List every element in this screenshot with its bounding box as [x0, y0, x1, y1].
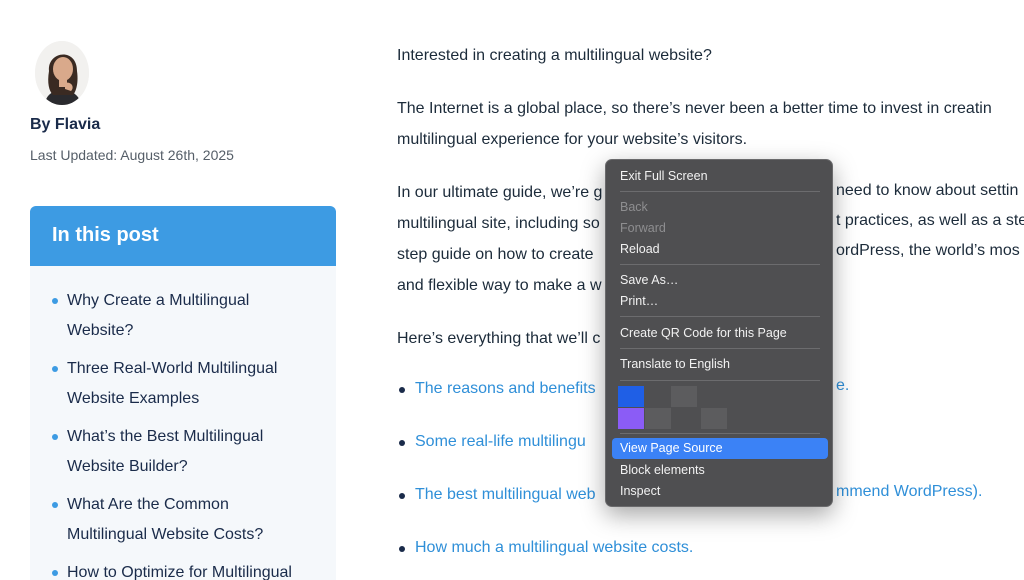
bullet-icon — [399, 493, 405, 499]
menu-separator — [620, 191, 820, 192]
toc-item[interactable]: What Are the Common Multilingual Website… — [52, 490, 312, 550]
context-menu: Exit Full Screen Back Forward Reload Sav… — [605, 159, 833, 507]
menu-item-block-elements[interactable]: Block elements — [612, 460, 828, 481]
menu-item-view-page-source[interactable]: View Page Source — [612, 438, 828, 459]
menu-item-forward: Forward — [620, 221, 666, 235]
article-link-fragment[interactable]: e. — [836, 375, 849, 397]
menu-item-exit-full-screen[interactable]: Exit Full Screen — [612, 166, 828, 187]
menu-separator — [620, 348, 820, 349]
menu-separator — [620, 264, 820, 265]
article-link[interactable]: Some real-life multilingu — [415, 433, 586, 450]
menu-item-save-as[interactable]: Save As… — [612, 270, 828, 291]
menu-separator — [620, 433, 820, 434]
toc-item[interactable]: Why Create a Multilingual Website? — [52, 286, 312, 346]
bullet-icon — [52, 298, 58, 304]
last-updated: Last Updated: August 26th, 2025 — [30, 147, 234, 163]
paragraph-fragment: need to know about settin — [836, 182, 1019, 199]
toc-item[interactable]: How to Optimize for Multilingual — [52, 558, 312, 580]
paragraph-line: The Internet is a global place, so there… — [397, 100, 992, 117]
bullet-icon — [399, 440, 405, 446]
paragraph-fragment: t practices, as well as a ste — [836, 212, 1024, 229]
toc-item-label: What Are the Common Multilingual Website… — [67, 496, 264, 543]
article-link[interactable]: How much a multilingual website costs. — [415, 539, 693, 556]
bullet-icon — [52, 366, 58, 372]
extension-purple-icon[interactable] — [618, 408, 644, 429]
extension-gray-icon[interactable] — [701, 408, 727, 429]
paragraph-fragment: ordPress, the world’s mos — [836, 242, 1020, 259]
paragraph-line: and flexible way to make a w — [397, 277, 602, 294]
author-avatar — [35, 41, 89, 105]
article-bullet: How much a multilingual website costs. — [397, 535, 1024, 580]
toc-item-label: What’s the Best Multilingual Website Bui… — [67, 428, 264, 475]
paragraph-line: step guide on how to create — [397, 246, 594, 263]
article-link[interactable]: The reasons and benefits — [415, 380, 596, 397]
extension-gray-icon[interactable] — [645, 408, 671, 429]
bullet-icon — [52, 502, 58, 508]
author-photo-icon — [35, 41, 89, 105]
extension-gray-icon[interactable] — [671, 386, 697, 407]
toc-item[interactable]: Three Real-World Multilingual Website Ex… — [52, 354, 312, 414]
toc-item-label: How to Optimize for Multilingual — [67, 564, 292, 580]
menu-item-print[interactable]: Print… — [612, 291, 828, 312]
bullet-icon — [52, 570, 58, 576]
article-paragraph: Interested in creating a multilingual we… — [397, 40, 1024, 71]
article-link[interactable]: The best multilingual web — [415, 486, 596, 503]
menu-item-create-qr-code[interactable]: Create QR Code for this Page — [612, 323, 828, 344]
paragraph-line: Here’s everything that we’ll c — [397, 330, 601, 347]
menu-separator — [620, 316, 820, 317]
table-of-contents: In this post Why Create a Multilingual W… — [30, 206, 336, 580]
toc-item-label: Three Real-World Multilingual Website Ex… — [67, 360, 278, 407]
bullet-icon — [399, 387, 405, 393]
toc-item-label: Why Create a Multilingual Website? — [67, 292, 250, 339]
paragraph-line: In our ultimate guide, we’re g — [397, 184, 603, 201]
bullet-icon — [399, 546, 405, 552]
paragraph-line: multilingual site, including so — [397, 215, 600, 232]
paragraph-line: Interested in creating a multilingual we… — [397, 47, 712, 64]
toc-item[interactable]: What’s the Best Multilingual Website Bui… — [52, 422, 312, 482]
menu-separator — [620, 380, 820, 381]
menu-item-translate[interactable]: Translate to English — [612, 354, 828, 375]
article-paragraph: The Internet is a global place, so there… — [397, 93, 1024, 155]
toc-header: In this post — [30, 206, 336, 266]
toc-title: In this post — [52, 224, 159, 246]
menu-item-inspect[interactable]: Inspect — [612, 481, 828, 502]
article-link-fragment[interactable]: mmend WordPress). — [836, 481, 982, 503]
extension-blue-icon[interactable] — [618, 386, 644, 407]
bullet-icon — [52, 434, 58, 440]
menu-item-reload[interactable]: Reload — [612, 239, 828, 260]
author-name: By Flavia — [30, 116, 101, 133]
paragraph-line: multilingual experience for your website… — [397, 131, 748, 148]
toc-list: Why Create a Multilingual Website? Three… — [30, 266, 336, 580]
menu-item-back: Back — [620, 200, 648, 214]
